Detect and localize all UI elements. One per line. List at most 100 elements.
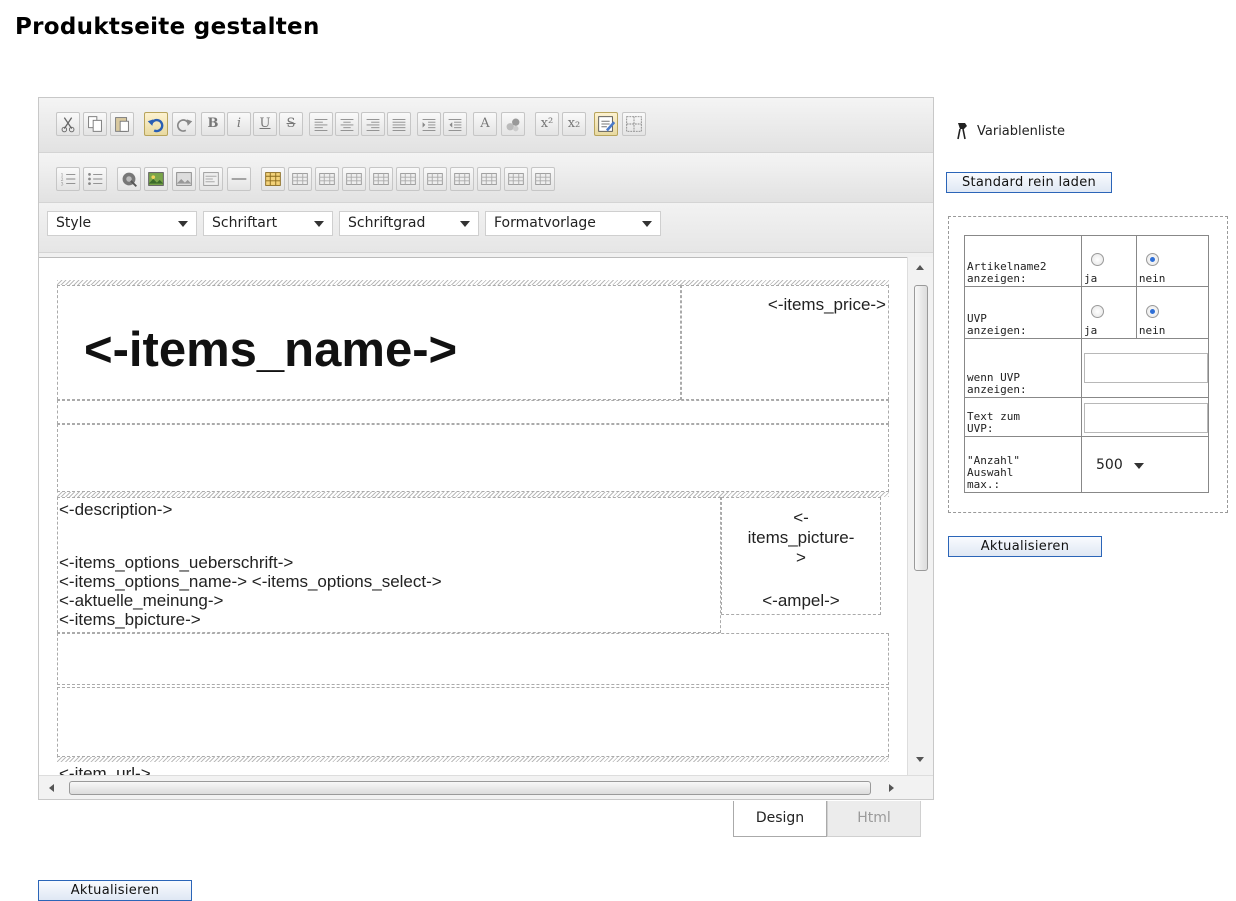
table-col-right-button[interactable] xyxy=(396,167,420,191)
table-col-left-button[interactable] xyxy=(369,167,393,191)
empty-row[interactable] xyxy=(57,687,889,757)
article-name2-yes-cell[interactable]: ja xyxy=(1081,235,1137,287)
image-map-button[interactable] xyxy=(172,167,196,191)
table-delete-row-button[interactable] xyxy=(342,167,366,191)
copy-button[interactable] xyxy=(83,112,107,136)
uvp-no-cell[interactable]: nein xyxy=(1135,286,1210,339)
horizontal-rule-button[interactable] xyxy=(227,167,251,191)
align-left-button[interactable] xyxy=(309,112,333,136)
align-center-button[interactable] xyxy=(335,112,359,136)
insert-table-button[interactable] xyxy=(261,167,285,191)
uvp-if-label-cell: wenn UVP anzeigen: xyxy=(964,338,1082,398)
table-props-button[interactable] xyxy=(531,167,555,191)
redo-button[interactable] xyxy=(172,112,196,136)
uvp-text-input[interactable] xyxy=(1084,403,1208,433)
uvp-if-input-cell xyxy=(1081,338,1209,398)
toolbar-row-dropdowns: Style Schriftart Schriftgrad Formatvorla… xyxy=(39,203,933,253)
insert-table-icon xyxy=(265,172,281,186)
scroll-down-icon[interactable] xyxy=(916,757,924,762)
uvp-no-radio[interactable] xyxy=(1145,305,1159,318)
count-select-value: 500 xyxy=(1096,456,1123,473)
scroll-right-icon[interactable] xyxy=(889,784,894,792)
uvp-label-line2: anzeigen: xyxy=(967,324,1027,337)
sidebar-update-button[interactable]: Aktualisieren xyxy=(948,536,1102,557)
scroll-left-icon[interactable] xyxy=(49,784,54,792)
footer-update-button[interactable]: Aktualisieren xyxy=(38,880,192,901)
article-name2-no-radio[interactable] xyxy=(1145,253,1159,266)
undo-button[interactable] xyxy=(144,112,168,136)
load-default-button[interactable]: Standard rein laden xyxy=(946,172,1112,193)
style-dropdown-label: Style xyxy=(56,215,92,231)
outdent-button[interactable] xyxy=(443,112,467,136)
style-dropdown[interactable]: Style xyxy=(47,211,197,236)
font-color-button[interactable]: A xyxy=(473,112,497,136)
table-delete-col-button[interactable] xyxy=(423,167,447,191)
count-select-cell: 500 xyxy=(1081,436,1209,493)
numbered-list-icon: 123 xyxy=(61,172,76,187)
uvp-if-input[interactable] xyxy=(1084,353,1208,383)
horizontal-scroll-thumb[interactable] xyxy=(69,781,871,795)
bold-button[interactable]: B xyxy=(201,112,225,136)
ampel-placeholder: <-ampel-> xyxy=(762,591,840,610)
align-left-icon xyxy=(314,118,328,131)
table-cell-props-button[interactable] xyxy=(504,167,528,191)
variable-list-link[interactable]: Variablenliste xyxy=(955,121,1065,141)
scroll-up-icon[interactable] xyxy=(916,265,924,270)
table-row-above-button[interactable] xyxy=(288,167,312,191)
chevron-down-icon xyxy=(460,221,470,227)
spacer-row xyxy=(57,400,889,424)
uvp-yes-cell[interactable]: ja xyxy=(1081,286,1137,339)
indent-icon xyxy=(422,118,436,131)
vertical-scroll-thumb[interactable] xyxy=(914,285,928,571)
strikethrough-icon: S xyxy=(286,116,296,131)
design-mode-button[interactable] xyxy=(594,112,618,136)
align-justify-icon xyxy=(392,118,406,131)
highlight-button[interactable] xyxy=(501,112,525,136)
format-dropdown[interactable]: Formatvorlage xyxy=(485,211,661,236)
count-label-line3: max.: xyxy=(967,478,1001,491)
design-area[interactable]: <-items_name-> <-items_price-> <-descrip… xyxy=(39,257,907,775)
table-split-button[interactable] xyxy=(477,167,501,191)
article-name2-yes-radio[interactable] xyxy=(1091,253,1104,266)
hyperlink-button[interactable] xyxy=(117,167,141,191)
strikethrough-button[interactable]: S xyxy=(279,112,303,136)
show-borders-icon xyxy=(626,116,642,132)
numbered-list-button[interactable]: 123 xyxy=(56,167,80,191)
description-cell[interactable]: <-description-> <-items_options_uebersch… xyxy=(57,497,721,633)
copy-icon xyxy=(88,116,102,132)
yes-label: ja xyxy=(1084,272,1098,285)
cut-button[interactable] xyxy=(56,112,80,136)
horizontal-scrollbar[interactable] xyxy=(39,775,933,799)
indent-button[interactable] xyxy=(417,112,441,136)
tab-html[interactable]: Html xyxy=(827,801,921,837)
italic-button[interactable]: i xyxy=(227,112,251,136)
insert-template-button[interactable] xyxy=(199,167,223,191)
picture-cell[interactable]: <- items_picture- > <-ampel-> xyxy=(721,497,881,615)
article-name2-no-cell[interactable]: nein xyxy=(1135,235,1210,287)
uvp-text-input-cell xyxy=(1081,397,1209,437)
vertical-scrollbar[interactable] xyxy=(907,257,933,775)
options-heading-placeholder: <-items_options_ueberschrift-> xyxy=(59,553,294,572)
empty-row[interactable] xyxy=(57,424,889,492)
underline-button[interactable]: U xyxy=(253,112,277,136)
show-borders-button[interactable] xyxy=(622,112,646,136)
size-dropdown[interactable]: Schriftgrad xyxy=(339,211,479,236)
paste-button[interactable] xyxy=(110,112,134,136)
count-select[interactable]: 500 xyxy=(1090,454,1150,476)
table-merge-button[interactable] xyxy=(450,167,474,191)
hyperlink-icon xyxy=(122,172,137,187)
tab-design[interactable]: Design xyxy=(733,801,827,837)
table-row-below-button[interactable] xyxy=(315,167,339,191)
align-right-button[interactable] xyxy=(361,112,385,136)
image-map-icon xyxy=(176,172,192,186)
items-price-cell[interactable]: <-items_price-> xyxy=(681,285,889,400)
empty-row[interactable] xyxy=(57,633,889,685)
items-name-cell[interactable]: <-items_name-> xyxy=(57,285,681,400)
uvp-yes-radio[interactable] xyxy=(1091,305,1104,318)
bullet-list-button[interactable] xyxy=(83,167,107,191)
subscript-button[interactable]: x₂ xyxy=(562,112,586,136)
font-dropdown[interactable]: Schriftart xyxy=(203,211,333,236)
insert-image-button[interactable] xyxy=(144,167,168,191)
align-justify-button[interactable] xyxy=(387,112,411,136)
superscript-button[interactable]: x² xyxy=(535,112,559,136)
